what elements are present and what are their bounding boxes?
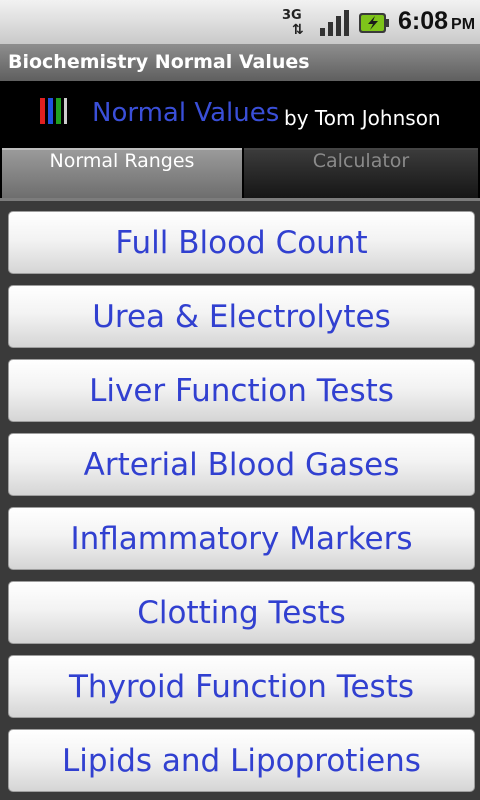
arterial-blood-gases-button[interactable]: Arterial Blood Gases	[8, 433, 475, 496]
tab-calculator[interactable]: Calculator	[244, 148, 478, 200]
urea-electrolytes-button[interactable]: Urea & Electrolytes	[8, 285, 475, 348]
liver-function-tests-button[interactable]: Liver Function Tests	[8, 359, 475, 422]
inflammatory-markers-button[interactable]: Inflammatory Markers	[8, 507, 475, 570]
title-bar: Biochemistry Normal Values	[0, 44, 480, 81]
clock-ampm: PM	[451, 16, 476, 33]
tab-normal-ranges[interactable]: Normal Ranges	[2, 148, 242, 200]
status-bar: 3G ⇅ 6:08 PM	[0, 0, 480, 44]
full-blood-count-button[interactable]: Full Blood Count	[8, 211, 475, 274]
category-list: Full Blood Count Urea & Electrolytes Liv…	[0, 201, 480, 800]
clock: 6:08 PM	[398, 7, 475, 36]
lipids-lipoproteins-button[interactable]: Lipids and Lipoprotiens	[8, 729, 475, 792]
3g-data-icon: 3G ⇅	[282, 8, 312, 38]
window-title: Biochemistry Normal Values	[8, 51, 310, 73]
clock-time: 6:08	[398, 7, 449, 35]
network-type-label: 3G	[282, 8, 302, 23]
clotting-tests-button[interactable]: Clotting Tests	[8, 581, 475, 644]
app-name: Normal Values	[92, 98, 280, 128]
author-byline: by Tom Johnson	[284, 106, 441, 130]
data-activity-arrows: ⇅	[292, 22, 304, 38]
battery-charging-icon	[359, 13, 389, 33]
signal-strength-icon	[320, 10, 349, 36]
thyroid-function-tests-button[interactable]: Thyroid Function Tests	[8, 655, 475, 718]
